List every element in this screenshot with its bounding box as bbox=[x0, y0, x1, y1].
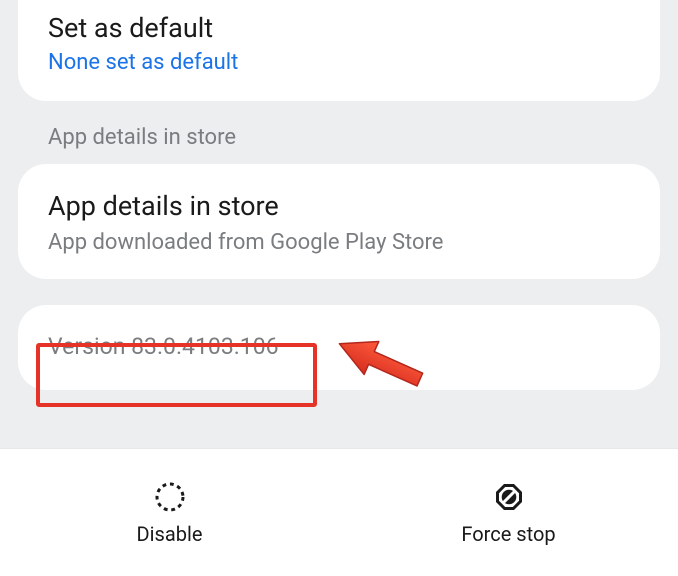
app-details-subtitle: App downloaded from Google Play Store bbox=[48, 230, 630, 255]
disable-icon bbox=[153, 480, 187, 514]
app-version-text: Version 83.0.4103.106 bbox=[48, 333, 630, 360]
set-as-default-row[interactable]: Set as default None set as default bbox=[18, 0, 660, 101]
set-as-default-title: Set as default bbox=[48, 10, 630, 48]
force-stop-icon bbox=[492, 480, 526, 514]
bottom-action-bar: Disable Force stop bbox=[0, 448, 678, 576]
disable-button[interactable]: Disable bbox=[0, 449, 339, 576]
app-details-title: App details in store bbox=[48, 188, 630, 226]
disable-label: Disable bbox=[137, 522, 203, 546]
section-label-app-details: App details in store bbox=[48, 125, 678, 150]
set-as-default-status: None set as default bbox=[48, 50, 630, 75]
app-details-in-store-row[interactable]: App details in store App downloaded from… bbox=[18, 164, 660, 279]
force-stop-button[interactable]: Force stop bbox=[339, 449, 678, 576]
force-stop-label: Force stop bbox=[461, 522, 555, 546]
app-version-row: Version 83.0.4103.106 bbox=[18, 305, 660, 390]
